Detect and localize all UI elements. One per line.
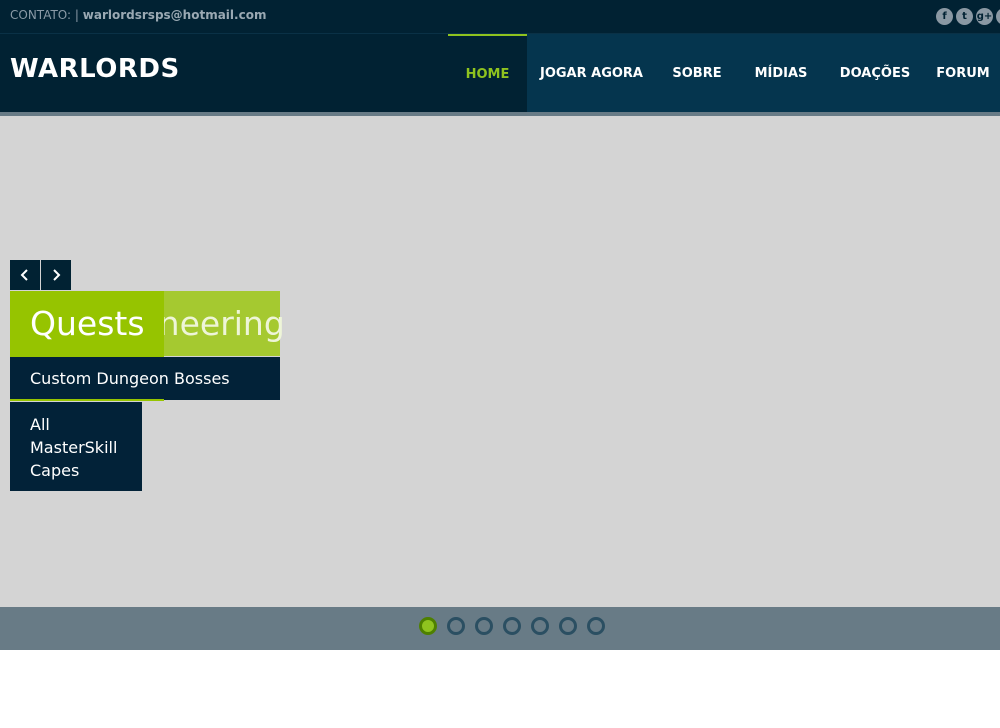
slider-bullet-1[interactable] <box>419 617 437 635</box>
slider-bullet-3[interactable] <box>475 617 493 635</box>
nav-item-home[interactable]: HOME <box>448 34 527 112</box>
site-header: WARLORDS HOME JOGAR AGORA SOBRE MÍDIAS D… <box>0 34 1000 112</box>
slider-prev-button[interactable] <box>10 260 40 290</box>
slider-bullet-6[interactable] <box>559 617 577 635</box>
hero-slider: Dungeoneering Custom Dungeon Bosses Ques… <box>0 116 1000 607</box>
front-caption-subtitle-box: All MasterSkill Capes <box>10 402 142 491</box>
slider-next-button[interactable] <box>41 260 71 290</box>
facebook-icon[interactable]: f <box>936 8 953 25</box>
chevron-right-icon <box>53 269 61 281</box>
front-caption-title: Quests <box>30 304 145 343</box>
slider-bullet-2[interactable] <box>447 617 465 635</box>
slider-bullets <box>419 617 605 635</box>
social-links: f t g+ <box>936 8 1000 25</box>
site-logo[interactable]: WARLORDS <box>10 54 180 84</box>
slider-bullet-7[interactable] <box>587 617 605 635</box>
slider-bullet-5[interactable] <box>531 617 549 635</box>
slider-bullets-bar <box>0 607 1000 650</box>
chevron-left-icon <box>20 269 28 281</box>
twitter-icon[interactable]: t <box>956 8 973 25</box>
google-plus-icon[interactable]: g+ <box>976 8 993 25</box>
nav-item-jogar-agora[interactable]: JOGAR AGORA <box>527 34 656 112</box>
top-bar: CONTATO: | warlordsrsps@hotmail.com f t … <box>0 0 1000 34</box>
nav-item-midias[interactable]: MÍDIAS <box>738 34 824 112</box>
nav-item-sobre[interactable]: SOBRE <box>656 34 738 112</box>
nav-item-forum[interactable]: FORUM <box>926 34 1000 112</box>
contact-label: CONTATO: | <box>10 8 79 22</box>
front-caption-accent-line <box>10 399 164 401</box>
main-nav: HOME JOGAR AGORA SOBRE MÍDIAS DOAÇÕES FO… <box>448 34 1000 112</box>
contact-email[interactable]: warlordsrsps@hotmail.com <box>83 8 267 22</box>
slider-bullet-4[interactable] <box>503 617 521 635</box>
social-icon-partial[interactable] <box>996 8 1000 25</box>
back-caption-subtitle: Custom Dungeon Bosses <box>30 369 230 388</box>
front-caption-subtitle: All MasterSkill Capes <box>30 415 118 480</box>
nav-item-doacoes[interactable]: DOAÇÕES <box>824 34 926 112</box>
contact-info: CONTATO: | warlordsrsps@hotmail.com <box>10 8 266 22</box>
